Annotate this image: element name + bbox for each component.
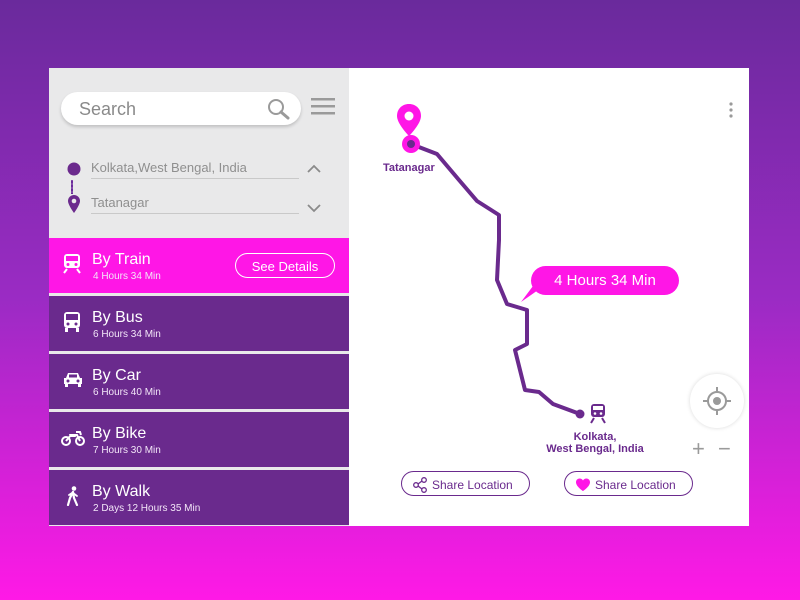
mode-duration: 6 Hours 40 Min [93,387,161,398]
bubble-pointer [521,286,541,302]
mode-title: By Bus [92,309,143,326]
zoom-out-button[interactable]: − [718,438,731,460]
origin-field[interactable]: Kolkata,West Bengal, India [91,160,299,179]
share-location-button[interactable]: Share Location [401,471,530,496]
mode-title: By Bike [92,425,147,442]
train-station-icon [590,404,606,424]
search-bar[interactable] [61,92,301,127]
zoom-in-button[interactable]: + [692,438,705,460]
search-input[interactable] [77,92,261,127]
mode-title: By Train [92,251,151,268]
bus-icon [64,312,80,332]
mode-duration: 6 Hours 34 Min [93,329,161,340]
train-icon [63,254,81,274]
menu-icon[interactable] [311,98,335,116]
destination-pin-icon [68,195,80,213]
end-location-label: Kolkata, West Bengal, India [535,431,655,455]
mode-duration: 2 Days 12 Hours 35 Min [93,503,201,514]
destination-field[interactable]: Tatanagar [91,195,299,214]
favorite-share-location-button[interactable]: Share Location [564,471,693,496]
walk-icon [66,486,79,506]
search-icon[interactable] [267,98,291,120]
mode-car[interactable]: By Car 6 Hours 40 Min [49,354,349,409]
mode-train[interactable]: By Train 4 Hours 34 Min See Details [49,238,349,293]
mode-bike[interactable]: By Bike 7 Hours 30 Min [49,412,349,467]
app-card: Kolkata,West Bengal, India Tatanagar [49,68,749,526]
mode-title: By Walk [92,483,151,500]
mode-duration: 7 Hours 30 Min [93,445,161,456]
duration-bubble: 4 Hours 34 Min [531,266,679,295]
heart-icon [576,478,590,491]
crosshair-icon [703,387,731,415]
origin-dot-icon [67,162,81,176]
chevron-down-icon[interactable] [307,204,321,213]
mode-title: By Car [92,367,141,384]
motorbike-icon [61,431,85,446]
share-location-label: Share Location [595,478,676,492]
start-marker-icon[interactable] [395,104,423,156]
start-location-label: Tatanagar [383,162,435,174]
chevron-up-icon[interactable] [307,164,321,173]
mode-bus[interactable]: By Bus 6 Hours 34 Min [49,296,349,351]
end-label-line1: Kolkata, [573,431,617,443]
see-details-button[interactable]: See Details [235,253,335,278]
end-marker-icon[interactable] [574,408,586,420]
car-icon [64,373,82,387]
map-panel[interactable]: Tatanagar Kolkata, West Bengal, India 4 … [349,68,749,526]
mode-walk[interactable]: By Walk 2 Days 12 Hours 35 Min [49,470,349,525]
sidebar: Kolkata,West Bengal, India Tatanagar [49,68,349,526]
my-location-button[interactable] [690,374,744,428]
end-label-line2: West Bengal, India [546,443,644,455]
share-icon [413,477,427,493]
route-connector [71,180,73,194]
mode-duration: 4 Hours 34 Min [93,271,161,282]
share-location-label: Share Location [432,478,513,492]
